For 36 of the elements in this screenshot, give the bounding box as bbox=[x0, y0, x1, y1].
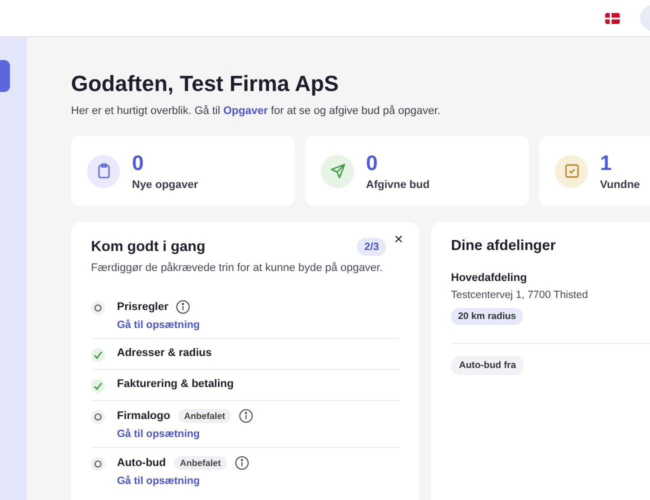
info-icon[interactable] bbox=[176, 300, 190, 314]
stat-value: 1 bbox=[600, 152, 613, 176]
department-address: Testcentervej 1, 7700 Thisted bbox=[451, 289, 589, 301]
stat-label: Afgivne bud bbox=[366, 178, 430, 190]
step-label: Firmalogo bbox=[117, 410, 170, 422]
auto-bid-badge: Auto-bud fra bbox=[451, 356, 524, 375]
intro-text: Her er et hurtigt overblik. Gå til Opgaver for at se og afgive bud på opgaver. bbox=[71, 105, 442, 117]
info-icon[interactable] bbox=[234, 456, 249, 470]
card-title: Kom godt i gang bbox=[91, 239, 206, 255]
step-label: Adresser & radius bbox=[117, 347, 212, 359]
stat-label: Nye opgaver bbox=[132, 178, 198, 190]
setup-link[interactable]: Gå til opsætning bbox=[117, 319, 200, 331]
card-title: Dine afdelinger bbox=[451, 238, 557, 254]
close-button[interactable]: × bbox=[392, 231, 405, 248]
progress-badge: 2/3 bbox=[357, 238, 386, 256]
setup-link[interactable]: Gå til opsætning bbox=[117, 475, 249, 487]
info-icon[interactable] bbox=[239, 409, 254, 423]
recommended-badge: Anbefalet bbox=[174, 456, 227, 470]
sidebar-toggle[interactable] bbox=[0, 60, 10, 92]
page-title: Godaften, Test Firma ApS bbox=[71, 70, 340, 98]
flag-icon[interactable] bbox=[605, 12, 620, 24]
recommended-badge: Anbefalet bbox=[178, 409, 232, 423]
department-name: Hovedafdeling bbox=[451, 272, 528, 284]
step-label: Fakturering & betaling bbox=[117, 378, 234, 390]
tasks-link[interactable]: Opgaver bbox=[223, 105, 268, 117]
step-label: Prisregler bbox=[117, 301, 168, 313]
stat-value: 0 bbox=[366, 152, 379, 176]
step-label: Auto-bud bbox=[117, 457, 166, 469]
stat-label: Vundne bbox=[600, 178, 640, 190]
stat-value: 0 bbox=[132, 152, 145, 176]
radius-badge: 20 km radius bbox=[451, 308, 524, 325]
card-description: Færdiggør de påkrævede trin for at kunne byde på opgaver. bbox=[91, 262, 384, 274]
paper-plane-icon bbox=[330, 163, 346, 179]
clipboard-icon bbox=[96, 163, 112, 179]
checkbox-icon bbox=[564, 163, 580, 179]
setup-link[interactable]: Gå til opsætning bbox=[117, 428, 254, 440]
